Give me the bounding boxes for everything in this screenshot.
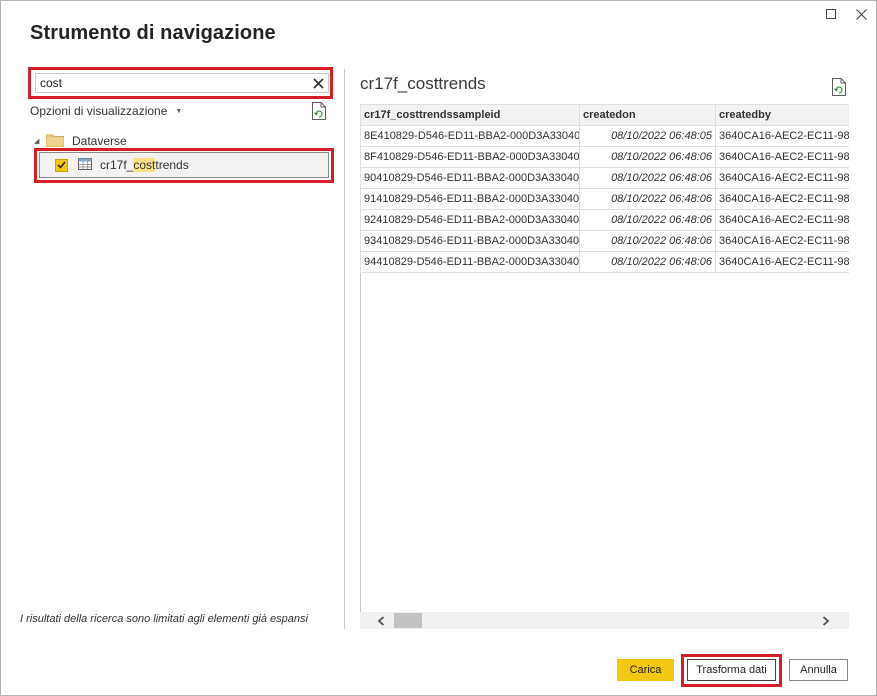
clear-search-button[interactable] bbox=[310, 75, 326, 91]
table-cell: 3640CA16-AEC2-EC11-983I bbox=[715, 230, 849, 252]
table-cell: 08/10/2022 06:48:05 bbox=[579, 125, 716, 147]
table-cell: 93410829-D546-ED11-BBA2-000D3A330409 bbox=[360, 230, 580, 252]
navigator-dialog: Strumento di navigazione Opzioni di visu… bbox=[0, 0, 877, 696]
search-input[interactable] bbox=[35, 73, 305, 93]
table-cell: 8F410829-D546-ED11-BBA2-000D3A330409 bbox=[360, 146, 580, 168]
expand-triangle-icon[interactable]: ◢ bbox=[34, 137, 44, 145]
view-options-dropdown[interactable]: Opzioni di visualizzazione ▼ bbox=[30, 104, 182, 118]
item-checkbox[interactable] bbox=[55, 158, 68, 172]
table-row: 92410829-D546-ED11-BBA2-000D3A330409 08/… bbox=[360, 209, 849, 231]
table-cell: 08/10/2022 06:48:06 bbox=[579, 251, 716, 273]
folder-icon bbox=[46, 133, 64, 150]
column-header[interactable]: createdon bbox=[579, 104, 716, 126]
preview-table: cr17f_costtrendssampleid createdon creat… bbox=[360, 104, 849, 273]
table-cell: 08/10/2022 06:48:06 bbox=[579, 209, 716, 231]
label-suffix: trends bbox=[155, 158, 189, 172]
table-cell: 3640CA16-AEC2-EC11-983I bbox=[715, 209, 849, 231]
table-row: 93410829-D546-ED11-BBA2-000D3A330409 08/… bbox=[360, 230, 849, 252]
preview-table-container: cr17f_costtrendssampleid createdon creat… bbox=[360, 104, 849, 274]
table-cell: 91410829-D546-ED11-BBA2-000D3A330409 bbox=[360, 188, 580, 210]
load-button[interactable]: Carica bbox=[617, 659, 674, 681]
chevron-left-icon bbox=[377, 616, 385, 626]
table-cell: 8E410829-D546-ED11-BBA2-000D3A330409 bbox=[360, 125, 580, 147]
table-icon bbox=[78, 157, 92, 173]
label-prefix: cr17f_ bbox=[100, 158, 134, 172]
chevron-down-icon: ▼ bbox=[175, 107, 183, 115]
table-cell: 3640CA16-AEC2-EC11-983I bbox=[715, 167, 849, 189]
pane-divider[interactable] bbox=[344, 69, 345, 629]
chevron-right-icon bbox=[822, 616, 830, 626]
refresh-icon bbox=[312, 102, 326, 120]
table-cell: 3640CA16-AEC2-EC11-983I bbox=[715, 146, 849, 168]
scroll-thumb[interactable] bbox=[394, 613, 422, 628]
preview-title: cr17f_costtrends bbox=[360, 74, 486, 93]
tree-item-costtrends[interactable]: cr17f_costtrends bbox=[39, 152, 329, 178]
table-cell: 3640CA16-AEC2-EC11-983I bbox=[715, 125, 849, 147]
table-cell: 90410829-D546-ED11-BBA2-000D3A330409 bbox=[360, 167, 580, 189]
table-cell: 08/10/2022 06:48:06 bbox=[579, 230, 716, 252]
table-cell: 3640CA16-AEC2-EC11-983I bbox=[715, 188, 849, 210]
tree-folder-label: Dataverse bbox=[72, 134, 127, 148]
column-header[interactable]: createdby bbox=[715, 104, 849, 126]
refresh-icon bbox=[832, 78, 846, 96]
table-header-row: cr17f_costtrendssampleid createdon creat… bbox=[360, 104, 849, 126]
refresh-preview-button[interactable] bbox=[831, 78, 847, 101]
table-row: 94410829-D546-ED11-BBA2-000D3A330409 08/… bbox=[360, 251, 849, 273]
refresh-button-left[interactable] bbox=[311, 102, 327, 125]
table-row: 8E410829-D546-ED11-BBA2-000D3A330409 08/… bbox=[360, 125, 849, 147]
table-row: 91410829-D546-ED11-BBA2-000D3A330409 08/… bbox=[360, 188, 849, 210]
search-footnote: I risultati della ricerca sono limitati … bbox=[20, 613, 308, 625]
table-cell: 08/10/2022 06:48:06 bbox=[579, 167, 716, 189]
close-button[interactable] bbox=[850, 5, 872, 23]
scroll-right-button[interactable] bbox=[819, 614, 833, 628]
table-cell: 3640CA16-AEC2-EC11-983I bbox=[715, 251, 849, 273]
tree-item-label: cr17f_costtrends bbox=[100, 158, 189, 172]
view-options-label: Opzioni di visualizzazione bbox=[30, 104, 168, 118]
checkmark-icon bbox=[57, 161, 66, 169]
dialog-title: Strumento di navigazione bbox=[30, 22, 276, 44]
table-cell: 08/10/2022 06:48:06 bbox=[579, 146, 716, 168]
clear-icon bbox=[312, 77, 324, 89]
transform-data-button[interactable]: Trasforma dati bbox=[687, 659, 776, 681]
table-cell: 08/10/2022 06:48:06 bbox=[579, 188, 716, 210]
close-icon bbox=[855, 8, 867, 20]
horizontal-scrollbar[interactable] bbox=[360, 612, 849, 629]
scroll-left-button[interactable] bbox=[374, 614, 388, 628]
table-row: 8F410829-D546-ED11-BBA2-000D3A330409 08/… bbox=[360, 146, 849, 168]
table-row: 90410829-D546-ED11-BBA2-000D3A330409 08/… bbox=[360, 167, 849, 189]
maximize-icon bbox=[826, 9, 836, 19]
column-header[interactable]: cr17f_costtrendssampleid bbox=[360, 104, 580, 126]
search-highlight-frame bbox=[28, 67, 333, 99]
search-match-highlight: cost bbox=[133, 158, 156, 172]
maximize-button[interactable] bbox=[820, 5, 842, 23]
table-cell: 94410829-D546-ED11-BBA2-000D3A330409 bbox=[360, 251, 580, 273]
table-cell: 92410829-D546-ED11-BBA2-000D3A330409 bbox=[360, 209, 580, 231]
cancel-button[interactable]: Annulla bbox=[789, 659, 848, 681]
